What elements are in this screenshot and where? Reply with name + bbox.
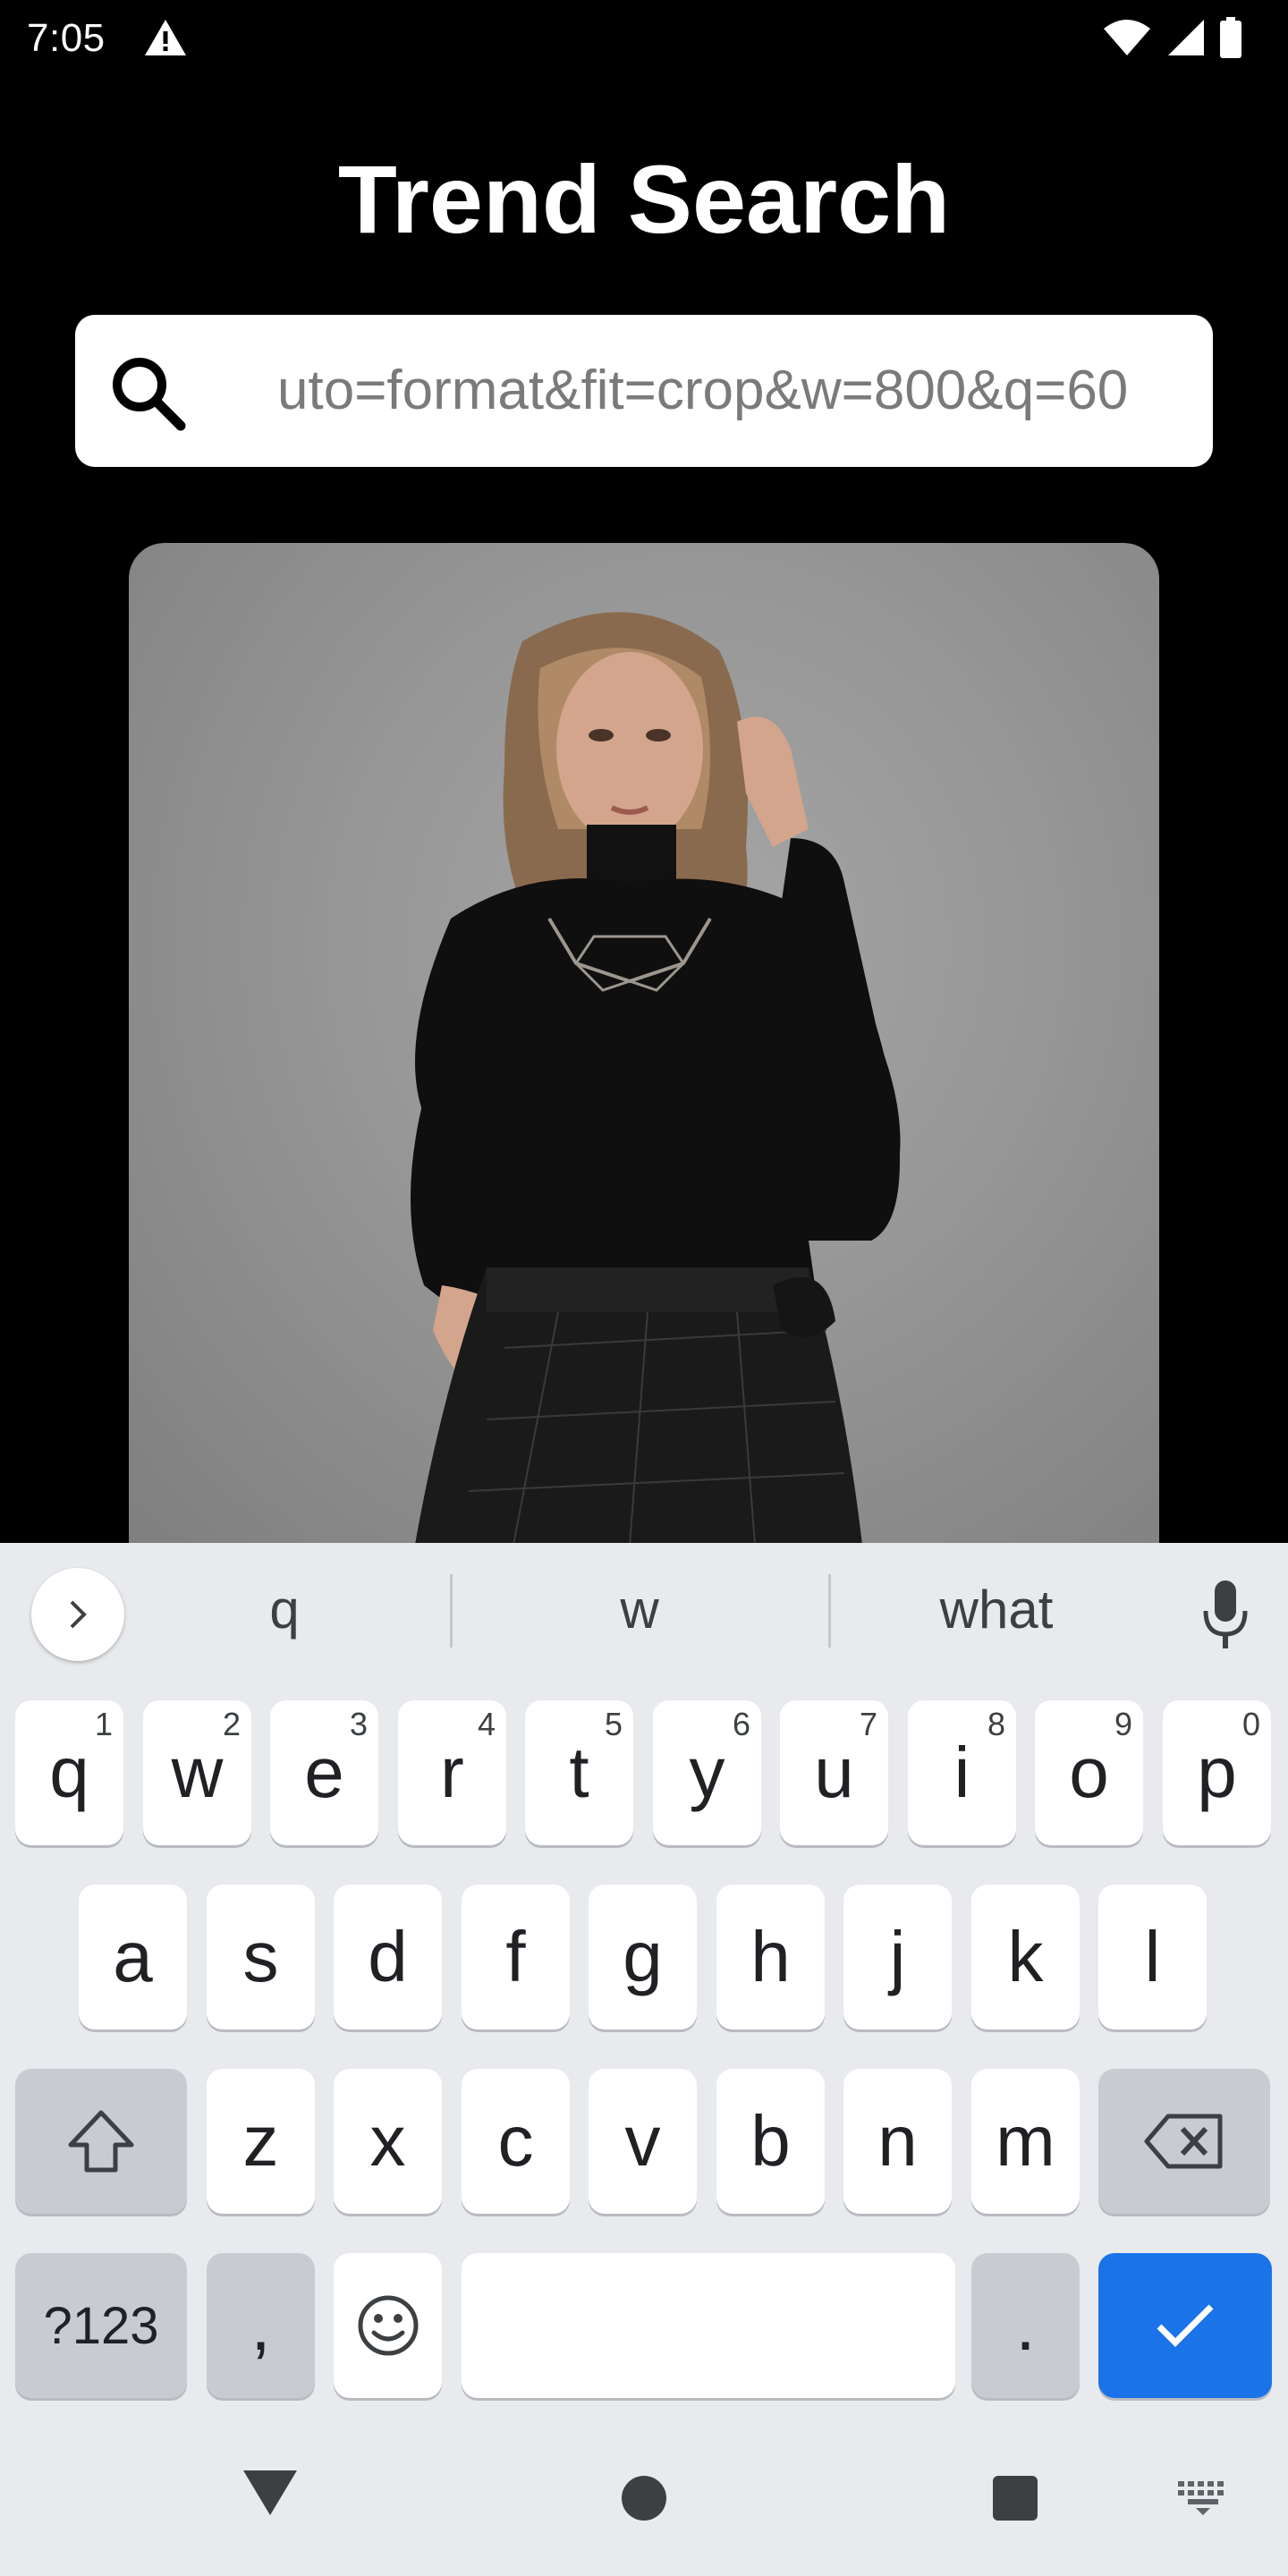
key-label: p [1197, 1733, 1237, 1812]
key-f[interactable]: f [462, 1885, 570, 2029]
navigation-bar [0, 2415, 1288, 2576]
emoji-icon [358, 2295, 418, 2356]
key-u[interactable]: u7 [780, 1700, 888, 1845]
key-label: w [171, 1733, 224, 1812]
key-b[interactable]: b [716, 2069, 825, 2214]
suggestion-strip: q w what [0, 1543, 1288, 1677]
signal-icon [1168, 20, 1204, 55]
wifi-icon [1104, 20, 1150, 55]
home-icon[interactable] [622, 2476, 666, 2521]
symbols-key[interactable]: ?123 [15, 2253, 187, 2398]
key-label: q [49, 1733, 89, 1812]
comma-key[interactable]: , [207, 2253, 315, 2398]
search-icon [113, 358, 186, 431]
emoji-key[interactable] [334, 2253, 442, 2398]
back-icon[interactable] [242, 2469, 299, 2517]
shift-key[interactable] [15, 2069, 187, 2214]
key-y[interactable]: y6 [653, 1700, 761, 1845]
done-key[interactable] [1098, 2253, 1272, 2398]
warning-icon [145, 20, 186, 55]
key-t[interactable]: t5 [525, 1700, 633, 1845]
key-o[interactable]: o9 [1035, 1700, 1143, 1845]
key-label: u [814, 1733, 854, 1812]
key-v[interactable]: v [589, 2069, 697, 2214]
key-hint: 6 [732, 1706, 750, 1742]
key-hint: 8 [987, 1706, 1005, 1742]
period-key[interactable]: . [971, 2253, 1080, 2398]
key-h[interactable]: h [716, 1885, 825, 2029]
chevron-right-icon[interactable] [31, 1568, 124, 1661]
key-i[interactable]: i8 [908, 1700, 1016, 1845]
key-j[interactable]: j [843, 1885, 952, 2029]
recents-icon[interactable] [993, 2476, 1038, 2521]
key-k[interactable]: k [971, 1885, 1080, 2029]
battery-icon [1220, 17, 1241, 58]
key-label: y [689, 1733, 725, 1812]
key-l[interactable]: l [1098, 1885, 1207, 2029]
key-m[interactable]: m [971, 2069, 1080, 2214]
suggestion-3[interactable]: what [907, 1579, 1086, 1640]
key-g[interactable]: g [589, 1885, 697, 2029]
key-label: t [569, 1733, 589, 1812]
key-c[interactable]: c [462, 2069, 570, 2214]
key-label: r [440, 1733, 464, 1812]
suggestion-1[interactable]: q [195, 1579, 374, 1640]
key-label: i [953, 1733, 970, 1812]
fashion-photo[interactable] [129, 543, 1159, 1545]
key-x[interactable]: x [334, 2069, 442, 2214]
key-hint: 4 [477, 1706, 496, 1742]
shift-icon [68, 2110, 134, 2173]
search-input[interactable]: uto=format&fit=crop&w=800&q=60 [75, 315, 1213, 467]
key-r[interactable]: r4 [398, 1700, 506, 1845]
key-hint: 5 [604, 1706, 623, 1742]
model-image [411, 612, 901, 1545]
suggestion-divider [828, 1574, 831, 1648]
key-w[interactable]: w2 [143, 1700, 251, 1845]
key-hint: 1 [94, 1706, 113, 1742]
microphone-icon[interactable] [1199, 1579, 1252, 1650]
backspace-icon [1144, 2114, 1223, 2169]
key-q[interactable]: q1 [15, 1700, 123, 1845]
key-e[interactable]: e3 [270, 1700, 378, 1845]
key-hint: 3 [349, 1706, 368, 1742]
key-hint: 0 [1241, 1706, 1260, 1742]
key-label: e [304, 1733, 344, 1812]
status-icons [1102, 16, 1243, 59]
key-label: o [1069, 1733, 1109, 1812]
key-n[interactable]: n [843, 2069, 952, 2214]
suggestion-2[interactable]: w [550, 1579, 729, 1640]
key-hint: 2 [222, 1706, 241, 1742]
keyboard-switch-icon[interactable] [1176, 2479, 1230, 2515]
key-s[interactable]: s [207, 1885, 315, 2029]
status-bar: 7:05 [0, 0, 1288, 75]
suggestion-divider [450, 1574, 453, 1648]
search-value[interactable]: uto=format&fit=crop&w=800&q=60 [277, 315, 1190, 467]
key-hint: 7 [859, 1706, 877, 1742]
key-p[interactable]: p0 [1163, 1700, 1271, 1845]
space-key[interactable] [462, 2253, 955, 2398]
key-a[interactable]: a [79, 1885, 187, 2029]
key-z[interactable]: z [207, 2069, 315, 2214]
page-title: Trend Search [337, 145, 951, 253]
checkmark-icon [1157, 2304, 1214, 2347]
status-time: 7:05 [27, 16, 106, 60]
backspace-key[interactable] [1098, 2069, 1270, 2214]
key-hint: 9 [1114, 1706, 1132, 1742]
key-d[interactable]: d [334, 1885, 442, 2029]
